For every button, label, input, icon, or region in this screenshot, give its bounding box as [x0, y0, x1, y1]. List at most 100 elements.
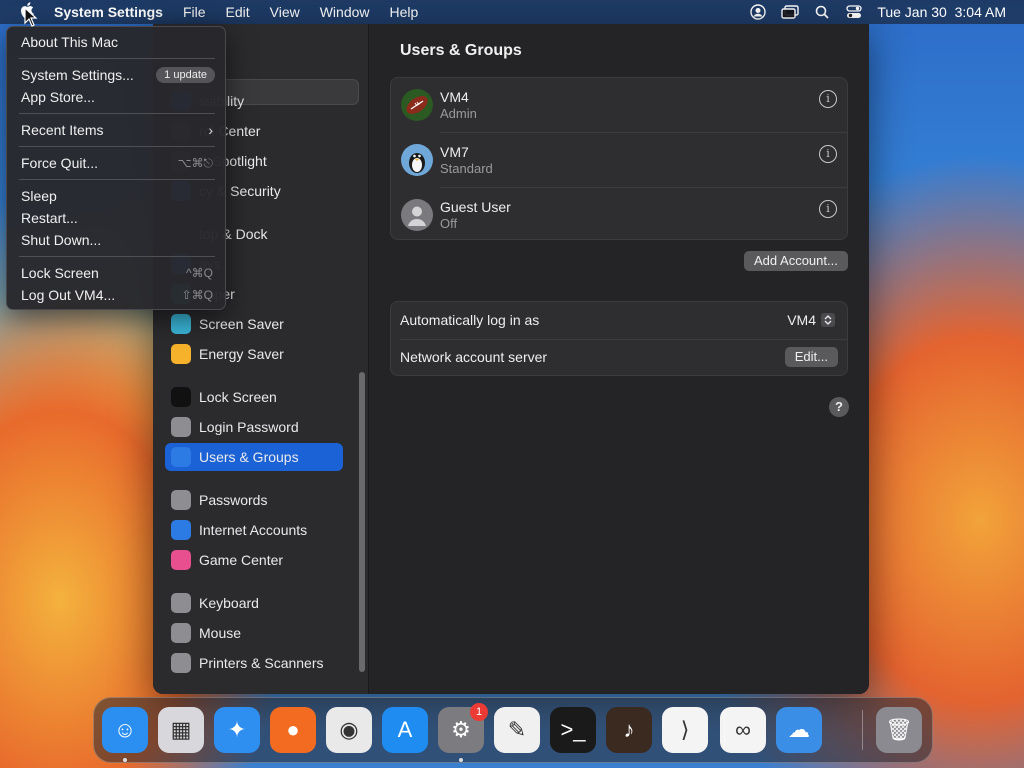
users-card: VM4 Admin i VM7 Standard i Guest User Of…	[390, 77, 848, 240]
menu-item-log-out[interactable]: Log Out VM4... ⇧⌘Q	[13, 284, 219, 306]
launchpad-icon[interactable]: ▦	[158, 707, 204, 753]
chevron-right-icon: ›	[208, 122, 213, 138]
sidebar-item-label: Energy Saver	[199, 346, 284, 362]
sidebar-scrollbar[interactable]	[359, 372, 365, 672]
menu-item-lock-screen[interactable]: Lock Screen ^⌘Q	[13, 262, 219, 284]
screen-saver-icon	[171, 314, 191, 334]
menu-separator	[19, 256, 215, 257]
menu-clock[interactable]: Tue Jan 30 3:04 AM	[877, 4, 1006, 20]
sidebar-item-users-groups[interactable]: Users & Groups	[165, 443, 343, 471]
firefox-icon[interactable]: ●	[270, 707, 316, 753]
finder-icon[interactable]: ☺	[102, 707, 148, 753]
weather-icon[interactable]: ☁	[776, 707, 822, 753]
sidebar-item-label: Screen Saver	[199, 316, 284, 332]
menu-item-restart[interactable]: Restart...	[13, 207, 219, 229]
user-row-guest[interactable]: Guest User Off i	[391, 188, 847, 243]
screen-mirroring-icon[interactable]	[781, 4, 800, 20]
user-row-vm4[interactable]: VM4 Admin i	[391, 78, 847, 133]
user-role: Standard	[440, 161, 493, 176]
system-settings-running-dot	[459, 758, 463, 762]
user-icon[interactable]	[749, 4, 767, 20]
menu-item-about[interactable]: About This Mac	[13, 31, 219, 53]
menu-item-recent-items[interactable]: Recent Items ›	[13, 119, 219, 141]
sidebar-item-label: Game Center	[199, 552, 284, 568]
sidebar-item-keyboard[interactable]: Keyboard	[165, 589, 343, 617]
menu-item-label: Restart...	[21, 210, 78, 226]
safari-icon[interactable]: ✦	[214, 707, 260, 753]
edit-button[interactable]: Edit...	[784, 347, 838, 367]
app-store-icon[interactable]: A	[382, 707, 428, 753]
sidebar-item-label: Users & Groups	[199, 449, 299, 465]
menu-view[interactable]: View	[260, 4, 310, 20]
terminal-icon[interactable]: >_	[550, 707, 596, 753]
menu-separator	[19, 146, 215, 147]
menu-item-sleep[interactable]: Sleep	[13, 185, 219, 207]
sidebar-item-lock-screen[interactable]: Lock Screen	[165, 383, 343, 411]
apple-menu-dropdown: About This Mac System Settings... 1 upda…	[6, 26, 226, 310]
visual-studio-icon[interactable]: ∞	[720, 707, 766, 753]
auto-login-label: Automatically log in as	[400, 312, 540, 328]
menu-edit[interactable]: Edit	[216, 4, 260, 20]
key-icon	[171, 490, 191, 510]
football-avatar-icon	[401, 89, 433, 121]
user-row-vm7[interactable]: VM7 Standard i	[391, 133, 847, 188]
user-name: Guest User	[440, 199, 511, 215]
trash-icon[interactable]: 🗑	[876, 707, 922, 753]
sidebar-item-login-password[interactable]: Login Password	[165, 413, 343, 441]
sidebar-item-passwords[interactable]: Passwords	[165, 486, 343, 514]
sidebar-item-screen-saver[interactable]: Screen Saver	[165, 310, 343, 338]
menu-item-force-quit[interactable]: Force Quit... ⌥⌘⎋	[13, 152, 219, 174]
sidebar-item-label: Internet Accounts	[199, 522, 308, 538]
sidebar-item-energy-saver[interactable]: Energy Saver	[165, 340, 343, 368]
add-account-button[interactable]: Add Account...	[744, 251, 848, 271]
sidebar-item-printers-scanners[interactable]: Printers & Scanners	[165, 649, 343, 677]
mouse-cursor-icon	[24, 7, 38, 27]
penguin-avatar-icon	[401, 144, 433, 176]
menu-item-label: Shut Down...	[21, 232, 102, 248]
vscode-icon[interactable]: ⟩	[662, 707, 708, 753]
menu-item-shut-down[interactable]: Shut Down...	[13, 229, 219, 251]
info-icon[interactable]: i	[819, 90, 837, 108]
printer-icon	[171, 653, 191, 673]
menu-window[interactable]: Window	[310, 4, 380, 20]
menu-item-label: About This Mac	[21, 34, 119, 50]
system-settings-window: h ssibilityrol Center& Spotlightcy & Sec…	[153, 24, 869, 694]
menu-file[interactable]: File	[173, 4, 216, 20]
mouse-icon	[171, 623, 191, 643]
page-title: Users & Groups	[400, 42, 522, 59]
auto-login-select[interactable]: VM4	[787, 312, 835, 328]
menu-separator	[19, 58, 215, 59]
menu-separator	[19, 179, 215, 180]
sidebar-item-label: Passwords	[199, 492, 268, 508]
info-icon[interactable]: i	[819, 200, 837, 218]
sidebar-item-internet-accounts[interactable]: Internet Accounts	[165, 516, 343, 544]
menu-item-label: Log Out VM4...	[21, 287, 116, 303]
auto-login-value: VM4	[787, 312, 816, 328]
sidebar-item-label: Login Password	[199, 419, 299, 435]
sidebar-item-mouse[interactable]: Mouse	[165, 619, 343, 647]
sidebar-item-label: Printers & Scanners	[199, 655, 324, 671]
login-options-card: Automatically log in as VM4 Network acco…	[390, 301, 848, 376]
finder-running-dot	[123, 758, 127, 762]
auto-login-row: Automatically log in as VM4	[391, 302, 847, 339]
chrome-icon[interactable]: ◉	[326, 707, 372, 753]
shortcut-label: ^⌘Q	[186, 266, 213, 280]
content-pane: Users & Groups VM4 Admin i VM7 Standard …	[370, 24, 869, 694]
dock-separator	[862, 710, 863, 750]
help-button[interactable]: ?	[829, 397, 849, 417]
textedit-icon[interactable]: ✎	[494, 707, 540, 753]
menu-app-name[interactable]: System Settings	[42, 4, 173, 20]
user-role: Admin	[440, 106, 477, 121]
info-icon[interactable]: i	[819, 145, 837, 163]
menu-item-label: Lock Screen	[21, 265, 99, 281]
control-center-icon[interactable]	[845, 4, 863, 20]
menu-help[interactable]: Help	[380, 4, 429, 20]
stepper-chevron-icon	[821, 313, 835, 327]
menu-item-label: System Settings...	[21, 67, 134, 83]
menu-item-app-store[interactable]: App Store...	[13, 86, 219, 108]
sidebar-item-game-center[interactable]: Game Center	[165, 546, 343, 574]
search-icon[interactable]	[813, 4, 831, 20]
garageband-icon[interactable]: ♪	[606, 707, 652, 753]
menu-item-system-settings[interactable]: System Settings... 1 update	[13, 64, 219, 86]
network-server-row: Network account server Edit...	[391, 339, 847, 376]
